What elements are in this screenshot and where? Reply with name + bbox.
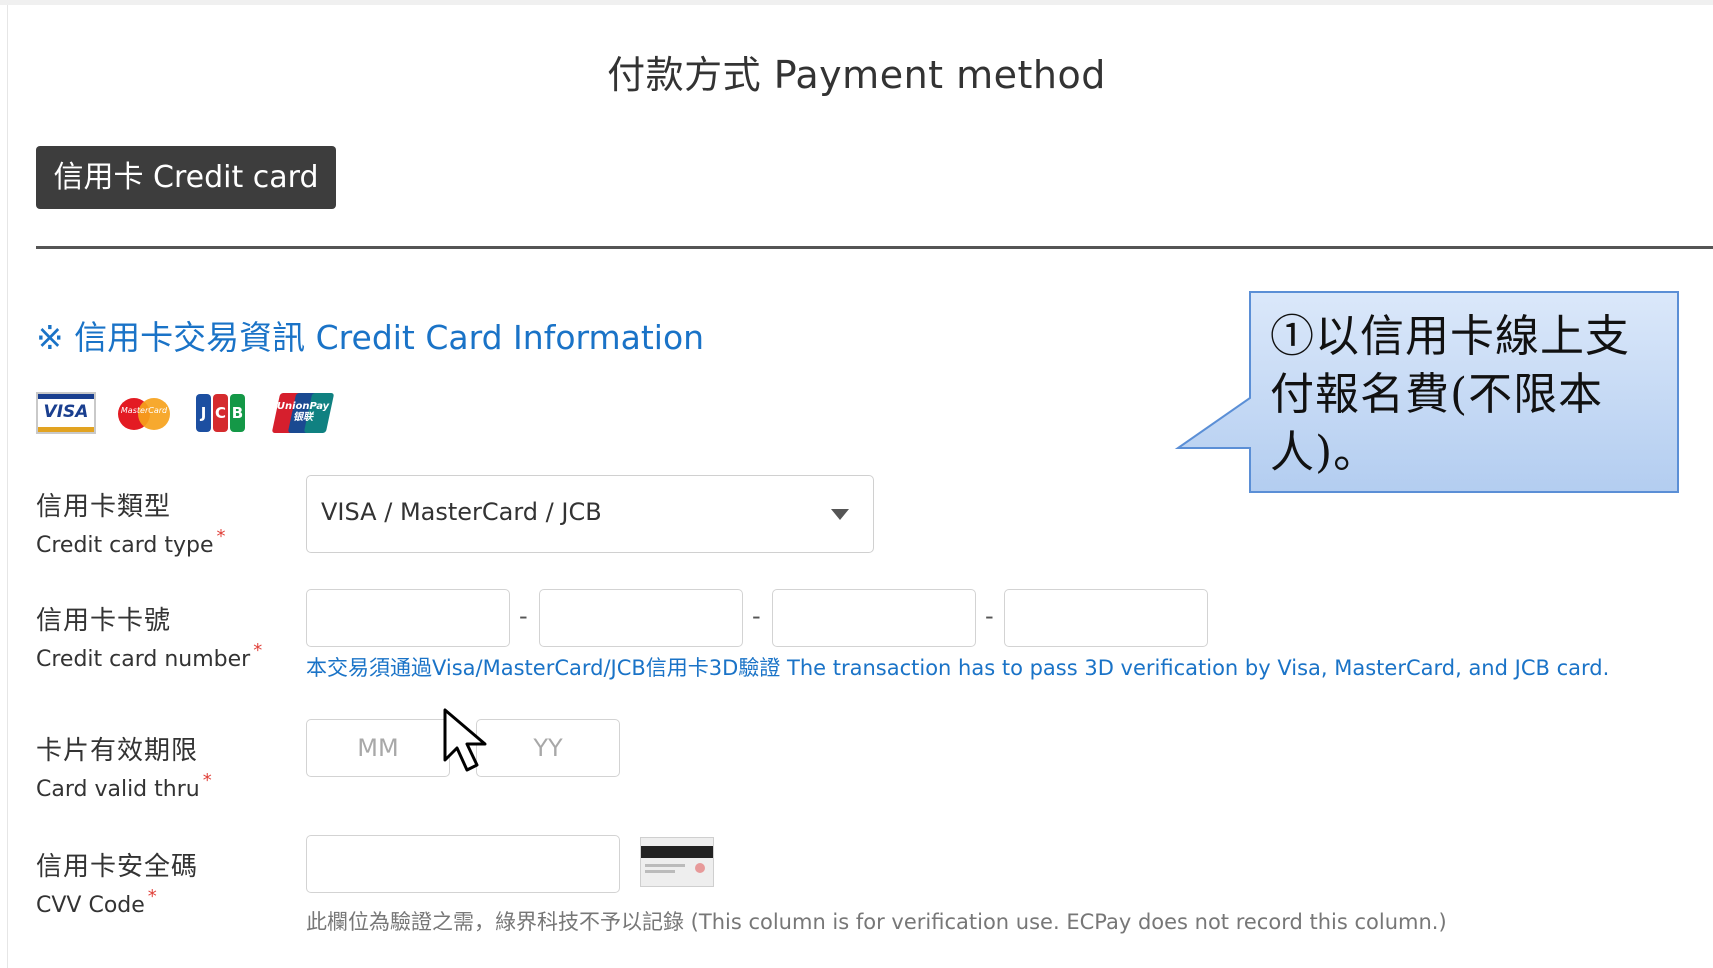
window-left-edge: [7, 5, 8, 968]
card-type-selected-value: VISA / MasterCard / JCB: [321, 498, 602, 526]
cvv-label: 信用卡安全碼 CVV Code *: [36, 846, 198, 918]
required-mark: *: [147, 886, 157, 907]
expiry-month-input[interactable]: MM: [306, 719, 450, 777]
page-title: 付款方式 Payment method: [607, 53, 1106, 97]
card-type-select[interactable]: VISA / MasterCard / JCB: [306, 475, 874, 553]
tab-divider: [36, 246, 1713, 249]
tab-credit-card[interactable]: 信用卡 Credit card: [36, 146, 336, 209]
cvv-label-zh: 信用卡安全碼: [36, 852, 199, 882]
card-number-segment-4[interactable]: [1004, 589, 1208, 647]
cvv-input[interactable]: [306, 835, 620, 893]
section-title: ※ 信用卡交易資訊 Credit Card Information: [36, 318, 705, 357]
card-number-separator: -: [752, 602, 761, 630]
valid-thru-label: 卡片有效期限 Card valid thru *: [36, 730, 212, 802]
jcb-logo: JCB: [196, 392, 246, 434]
cvv-label-en: CVV Code *: [36, 886, 157, 918]
card-number-segment-3[interactable]: [772, 589, 976, 647]
card-number-separator: -: [519, 602, 528, 630]
cvv-privacy-note: 此欄位為驗證之需，綠界科技不予以記錄 (This column is for v…: [306, 910, 1447, 934]
required-mark: *: [253, 640, 263, 661]
mastercard-logo: MasterCard: [116, 392, 172, 434]
annotation-callout: ①以信用卡線上支付報名費(不限本人)。: [1170, 288, 1682, 514]
annotation-text: ①以信用卡線上支付報名費(不限本人)。: [1270, 311, 1630, 478]
card-number-segment-2[interactable]: [539, 589, 743, 647]
required-mark: *: [202, 770, 212, 791]
card-back-icon: [640, 837, 714, 887]
unionpay-logo: UnionPay 银联: [271, 392, 335, 434]
3d-verification-note: 本交易須通過Visa/MasterCard/JCB信用卡3D驗證 The tra…: [306, 656, 1610, 680]
card-type-label: 信用卡類型 Credit card type *: [36, 486, 226, 558]
card-number-label: 信用卡卡號 Credit card number *: [36, 600, 262, 672]
valid-thru-label-en: Card valid thru *: [36, 770, 212, 802]
visa-logo: VISA: [36, 392, 96, 434]
window-top-edge: [0, 0, 1713, 5]
required-mark: *: [216, 526, 226, 547]
chevron-down-icon: [831, 509, 849, 520]
card-number-separator: -: [985, 602, 994, 630]
valid-thru-label-zh: 卡片有效期限: [36, 736, 199, 766]
card-number-label-zh: 信用卡卡號: [36, 606, 172, 636]
card-type-label-zh: 信用卡類型: [36, 492, 172, 522]
card-type-label-en: Credit card type *: [36, 526, 226, 558]
mouse-pointer-icon: [443, 708, 487, 772]
card-number-label-en: Credit card number *: [36, 640, 263, 672]
card-number-segment-1[interactable]: [306, 589, 510, 647]
